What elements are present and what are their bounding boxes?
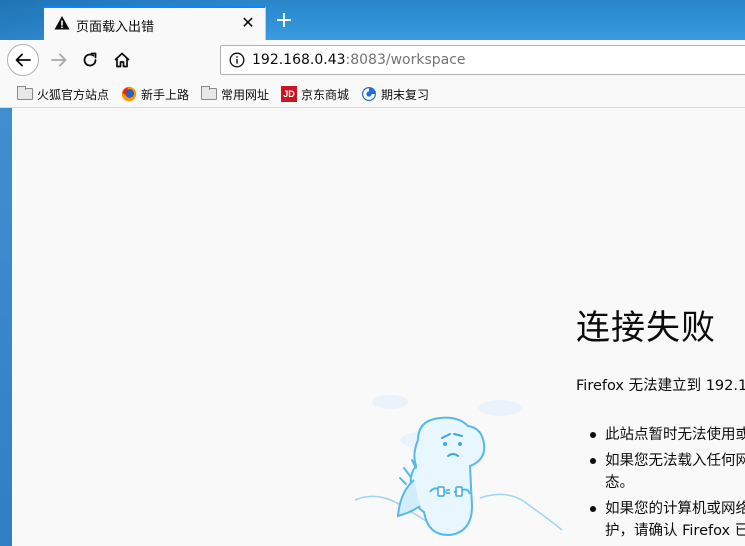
list-item: 此站点暂时无法使用或 (588, 424, 745, 446)
list-item-line: 态。 (605, 475, 634, 491)
url-host: 192.168.0.43 (252, 52, 346, 68)
url-bar[interactable]: 192.168.0.43:8083/workspace (220, 45, 745, 75)
navigation-toolbar: 192.168.0.43:8083/workspace (0, 40, 745, 81)
tab-title: 页面载入出错 (76, 20, 155, 35)
bookmark-jd-mall[interactable]: JD 京东商城 (281, 85, 349, 103)
bookmark-label: 火狐官方站点 (37, 87, 110, 102)
home-button[interactable] (110, 48, 134, 72)
error-suggestions: 此站点暂时无法使用或 如果您无法载入任何网 态。 如果您的计算机或网络 护，请确认 … (588, 424, 745, 542)
bookmark-final-review[interactable]: 期末复习 (361, 85, 429, 103)
error-title: 连接失败 (576, 308, 716, 348)
firefox-icon (121, 86, 137, 102)
warning-icon (54, 16, 70, 30)
arrow-left-icon (15, 53, 31, 67)
bookmark-firefox-official[interactable]: 火狐官方站点 (17, 85, 109, 103)
folder-icon (201, 86, 217, 102)
list-item: 如果您的计算机或网络 护，请确认 Firefox 已 (588, 498, 745, 542)
bookmark-label: 新手上路 (141, 87, 190, 102)
folder-icon (17, 86, 33, 102)
desktop-edge (0, 108, 12, 546)
url-text[interactable]: 192.168.0.43:8083/workspace (252, 52, 466, 68)
bookmarks-toolbar: 火狐官方站点 新手上路 常用网址 JD 京东商城 期末复习 (0, 81, 745, 108)
info-icon[interactable] (229, 52, 245, 68)
bookmark-common-sites[interactable]: 常用网址 (201, 85, 269, 103)
reload-button[interactable] (78, 48, 102, 72)
reload-icon (83, 52, 97, 67)
list-item-line: 如果您无法载入任何网 (605, 453, 745, 469)
list-item-line: 护，请确认 Firefox 已 (605, 523, 745, 539)
bookmark-label: 常用网址 (221, 87, 270, 102)
list-item: 如果您无法载入任何网 态。 (588, 450, 745, 494)
home-icon (114, 52, 130, 68)
arrow-right-icon (51, 53, 67, 67)
url-path: :8083/workspace (345, 52, 466, 68)
bookmark-label: 京东商城 (301, 87, 350, 102)
back-button[interactable] (7, 44, 39, 76)
tab-close-button[interactable]: ✕ (239, 14, 257, 32)
bookmark-getting-started[interactable]: 新手上路 (121, 85, 189, 103)
list-item-line: 如果您的计算机或网络 (605, 501, 745, 517)
tab-error-page[interactable]: 页面载入出错 ✕ (44, 6, 266, 40)
bookmark-label: 期末复习 (381, 87, 430, 102)
error-description: Firefox 无法建立到 192.1 (576, 378, 745, 394)
forward-button[interactable] (47, 48, 71, 72)
jd-icon: JD (281, 86, 297, 102)
globe-icon (362, 87, 376, 101)
new-tab-button[interactable]: + (272, 10, 296, 34)
unplugged-dinosaur-illustration (354, 395, 563, 537)
